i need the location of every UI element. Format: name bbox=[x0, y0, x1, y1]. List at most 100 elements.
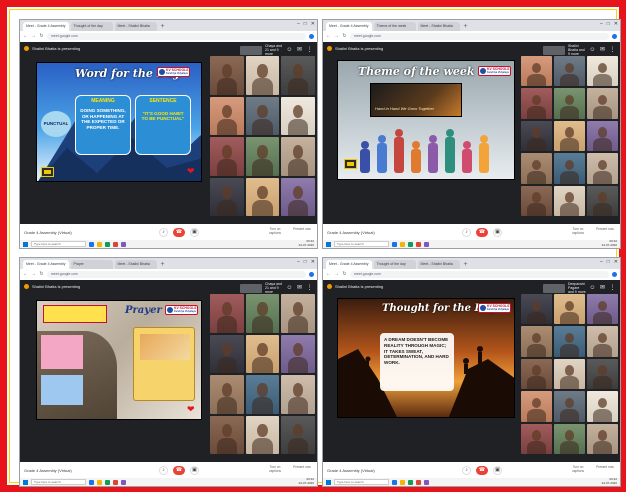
store-icon[interactable] bbox=[105, 479, 110, 485]
browser-tab[interactable]: Meet - Grade 4 Assembly bbox=[326, 260, 372, 269]
participant-tile[interactable] bbox=[245, 177, 280, 216]
participant-tile[interactable] bbox=[587, 153, 618, 184]
leave-call-button[interactable]: ☎ bbox=[476, 465, 488, 475]
back-icon[interactable]: ← bbox=[23, 34, 28, 39]
participant-tile[interactable] bbox=[521, 120, 552, 152]
forward-icon[interactable]: → bbox=[334, 34, 339, 39]
new-tab-button[interactable]: + bbox=[159, 23, 167, 31]
taskbar-search[interactable]: Type here to search bbox=[334, 241, 389, 247]
maximize-icon[interactable]: □ bbox=[304, 259, 307, 265]
participant-tile[interactable] bbox=[554, 326, 585, 357]
participant-tile[interactable] bbox=[554, 185, 585, 216]
browser-tab[interactable]: Thought of the day bbox=[373, 260, 416, 269]
app-icon[interactable] bbox=[121, 479, 126, 485]
chrome-icon[interactable] bbox=[392, 479, 397, 485]
browser-tab[interactable]: Meet - Shalini Bhatia bbox=[114, 22, 157, 31]
chat-icon[interactable]: ✉ bbox=[599, 47, 606, 54]
chrome-icon[interactable] bbox=[89, 241, 94, 247]
camera-button[interactable]: ▣ bbox=[190, 227, 199, 237]
participant-tile[interactable] bbox=[587, 326, 618, 357]
chrome-icon[interactable] bbox=[392, 241, 397, 247]
participant-tile[interactable] bbox=[210, 334, 244, 373]
store-icon[interactable] bbox=[408, 479, 413, 485]
mail-icon[interactable] bbox=[113, 241, 118, 247]
participant-tile[interactable] bbox=[521, 358, 552, 390]
participant-tile[interactable] bbox=[554, 56, 585, 87]
taskbar-search[interactable]: Type here to search bbox=[334, 479, 389, 485]
participant-tile[interactable] bbox=[281, 375, 315, 414]
windows-start-icon[interactable] bbox=[326, 241, 331, 247]
forward-icon[interactable]: → bbox=[31, 34, 36, 39]
participant-tile[interactable] bbox=[587, 423, 618, 454]
captions-button[interactable]: Turn on captions bbox=[264, 466, 286, 473]
mail-icon[interactable] bbox=[416, 479, 421, 485]
browser-tab[interactable]: Meet - Grade 4 Assembly bbox=[23, 22, 69, 31]
participant-tile[interactable] bbox=[521, 185, 552, 216]
participant-tile[interactable] bbox=[281, 137, 315, 176]
maximize-icon[interactable]: □ bbox=[607, 259, 610, 265]
present-now-button[interactable]: Present now bbox=[291, 228, 313, 235]
captions-button[interactable]: Turn on captions bbox=[567, 228, 589, 235]
profile-icon[interactable] bbox=[309, 272, 314, 277]
file-explorer-icon[interactable] bbox=[400, 479, 405, 485]
close-icon[interactable]: ✕ bbox=[311, 259, 315, 265]
url-field[interactable]: meet.google.com bbox=[350, 33, 609, 40]
participant-tile[interactable] bbox=[521, 294, 552, 325]
participant-tile[interactable] bbox=[587, 391, 618, 422]
participant-tile[interactable] bbox=[554, 423, 585, 454]
store-icon[interactable] bbox=[408, 241, 413, 247]
new-tab-button[interactable]: + bbox=[159, 261, 167, 269]
windows-start-icon[interactable] bbox=[23, 241, 28, 247]
browser-tab[interactable]: Meet - Shalini Bhatia bbox=[417, 260, 460, 269]
reload-icon[interactable]: ↻ bbox=[342, 272, 347, 277]
new-tab-button[interactable]: + bbox=[462, 261, 470, 269]
file-explorer-icon[interactable] bbox=[97, 241, 102, 247]
reload-icon[interactable]: ↻ bbox=[39, 34, 44, 39]
camera-button[interactable]: ▣ bbox=[190, 465, 199, 475]
participant-tile[interactable] bbox=[281, 415, 315, 454]
app-icon[interactable] bbox=[424, 241, 429, 247]
minimize-icon[interactable]: – bbox=[600, 21, 603, 27]
present-now-button[interactable]: Present now bbox=[594, 466, 616, 473]
close-icon[interactable]: ✕ bbox=[614, 259, 618, 265]
leave-call-button[interactable]: ☎ bbox=[173, 465, 185, 475]
mic-button[interactable]: ♪ bbox=[462, 465, 471, 475]
participant-tile[interactable] bbox=[281, 334, 315, 373]
chat-icon[interactable]: ✉ bbox=[599, 285, 606, 292]
present-now-button[interactable]: Present now bbox=[291, 466, 313, 473]
url-field[interactable]: meet.google.com bbox=[350, 271, 609, 278]
app-icon[interactable] bbox=[424, 479, 429, 485]
participants-icon[interactable]: ☺ bbox=[286, 285, 293, 292]
back-icon[interactable]: ← bbox=[326, 272, 331, 277]
profile-icon[interactable] bbox=[612, 34, 617, 39]
new-tab-button[interactable]: + bbox=[462, 23, 470, 31]
back-icon[interactable]: ← bbox=[23, 272, 28, 277]
mail-icon[interactable] bbox=[113, 479, 118, 485]
url-field[interactable]: meet.google.com bbox=[47, 33, 306, 40]
camera-button[interactable]: ▣ bbox=[493, 227, 502, 237]
store-icon[interactable] bbox=[105, 241, 110, 247]
more-options-icon[interactable]: ⋮ bbox=[609, 47, 616, 54]
participant-tile[interactable] bbox=[210, 137, 244, 176]
participant-tile[interactable] bbox=[554, 120, 585, 152]
participant-tile[interactable] bbox=[521, 56, 552, 87]
participant-tile[interactable] bbox=[587, 185, 618, 216]
participant-tile[interactable] bbox=[521, 88, 552, 119]
participants-icon[interactable]: ☺ bbox=[286, 47, 293, 54]
maximize-icon[interactable]: □ bbox=[304, 21, 307, 27]
profile-icon[interactable] bbox=[612, 272, 617, 277]
participant-tile[interactable] bbox=[281, 294, 315, 333]
participant-tile[interactable] bbox=[210, 56, 244, 95]
participant-tile[interactable] bbox=[210, 375, 244, 414]
camera-button[interactable]: ▣ bbox=[493, 465, 502, 475]
windows-start-icon[interactable] bbox=[326, 479, 331, 485]
participant-tile[interactable] bbox=[210, 96, 244, 135]
participant-tile[interactable] bbox=[521, 391, 552, 422]
mail-icon[interactable] bbox=[416, 241, 421, 247]
participant-tile[interactable] bbox=[521, 423, 552, 454]
browser-tab[interactable]: Meet - Grade 4 Assembly bbox=[326, 22, 372, 31]
reload-icon[interactable]: ↻ bbox=[39, 272, 44, 277]
participant-tile[interactable] bbox=[245, 96, 280, 135]
windows-start-icon[interactable] bbox=[23, 479, 28, 485]
participant-tile[interactable] bbox=[245, 375, 280, 414]
